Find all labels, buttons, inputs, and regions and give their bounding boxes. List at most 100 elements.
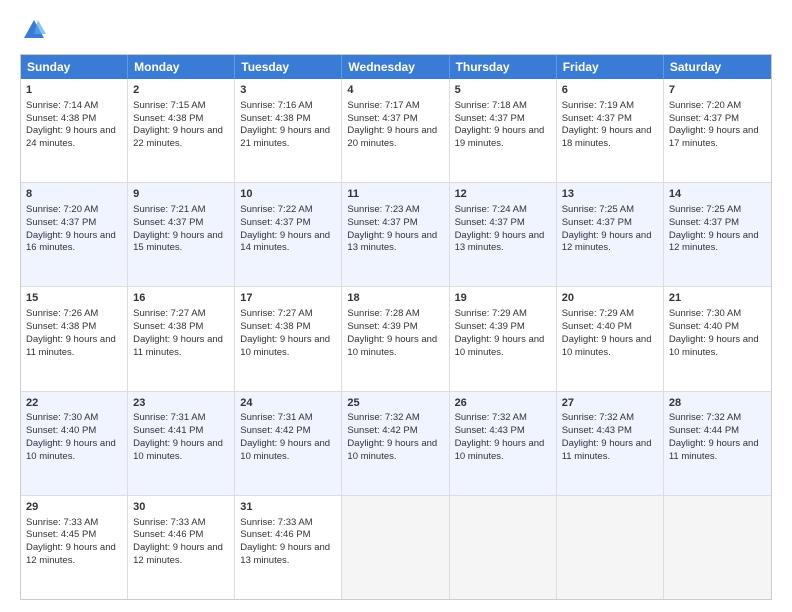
logo-icon (20, 16, 48, 44)
sunset-label: Sunset: 4:38 PM (133, 321, 203, 332)
sunrise-label: Sunrise: 7:20 AM (26, 204, 98, 215)
daylight-label: Daylight: 9 hours and 12 minutes. (26, 542, 116, 566)
sunset-label: Sunset: 4:44 PM (669, 425, 739, 436)
sunrise-label: Sunrise: 7:18 AM (455, 100, 527, 111)
cal-cell-day-4: 4 Sunrise: 7:17 AM Sunset: 4:37 PM Dayli… (342, 79, 449, 182)
day-number: 30 (133, 500, 229, 515)
cal-cell-day-26: 26 Sunrise: 7:32 AM Sunset: 4:43 PM Dayl… (450, 392, 557, 495)
cal-cell-day-16: 16 Sunrise: 7:27 AM Sunset: 4:38 PM Dayl… (128, 287, 235, 390)
sunset-label: Sunset: 4:38 PM (133, 113, 203, 124)
sunset-label: Sunset: 4:37 PM (26, 217, 96, 228)
daylight-label: Daylight: 9 hours and 11 minutes. (133, 334, 223, 358)
sunrise-label: Sunrise: 7:19 AM (562, 100, 634, 111)
day-number: 24 (240, 396, 336, 411)
day-number: 20 (562, 291, 658, 306)
sunset-label: Sunset: 4:37 PM (562, 217, 632, 228)
daylight-label: Daylight: 9 hours and 10 minutes. (347, 438, 437, 462)
cal-cell-day-24: 24 Sunrise: 7:31 AM Sunset: 4:42 PM Dayl… (235, 392, 342, 495)
cal-week-0: 1 Sunrise: 7:14 AM Sunset: 4:38 PM Dayli… (21, 79, 771, 182)
sunset-label: Sunset: 4:39 PM (455, 321, 525, 332)
sunset-label: Sunset: 4:42 PM (240, 425, 310, 436)
daylight-label: Daylight: 9 hours and 14 minutes. (240, 230, 330, 254)
daylight-label: Daylight: 9 hours and 11 minutes. (562, 438, 652, 462)
day-number: 2 (133, 83, 229, 98)
cal-cell-day-3: 3 Sunrise: 7:16 AM Sunset: 4:38 PM Dayli… (235, 79, 342, 182)
cal-cell-day-20: 20 Sunrise: 7:29 AM Sunset: 4:40 PM Dayl… (557, 287, 664, 390)
sunset-label: Sunset: 4:38 PM (240, 321, 310, 332)
cal-cell-day-5: 5 Sunrise: 7:18 AM Sunset: 4:37 PM Dayli… (450, 79, 557, 182)
cal-cell-empty (450, 496, 557, 599)
sunrise-label: Sunrise: 7:17 AM (347, 100, 419, 111)
day-number: 28 (669, 396, 766, 411)
sunset-label: Sunset: 4:38 PM (240, 113, 310, 124)
sunset-label: Sunset: 4:37 PM (347, 113, 417, 124)
cal-header-wednesday: Wednesday (342, 55, 449, 79)
cal-header-thursday: Thursday (450, 55, 557, 79)
day-number: 13 (562, 187, 658, 202)
sunrise-label: Sunrise: 7:32 AM (669, 412, 741, 423)
cal-cell-day-15: 15 Sunrise: 7:26 AM Sunset: 4:38 PM Dayl… (21, 287, 128, 390)
sunrise-label: Sunrise: 7:31 AM (133, 412, 205, 423)
daylight-label: Daylight: 9 hours and 13 minutes. (240, 542, 330, 566)
sunrise-label: Sunrise: 7:25 AM (562, 204, 634, 215)
sunset-label: Sunset: 4:37 PM (669, 113, 739, 124)
sunrise-label: Sunrise: 7:29 AM (455, 308, 527, 319)
cal-cell-day-11: 11 Sunrise: 7:23 AM Sunset: 4:37 PM Dayl… (342, 183, 449, 286)
cal-cell-day-29: 29 Sunrise: 7:33 AM Sunset: 4:45 PM Dayl… (21, 496, 128, 599)
cal-cell-day-2: 2 Sunrise: 7:15 AM Sunset: 4:38 PM Dayli… (128, 79, 235, 182)
day-number: 9 (133, 187, 229, 202)
sunrise-label: Sunrise: 7:25 AM (669, 204, 741, 215)
cal-cell-day-13: 13 Sunrise: 7:25 AM Sunset: 4:37 PM Dayl… (557, 183, 664, 286)
cal-cell-empty (664, 496, 771, 599)
cal-cell-day-9: 9 Sunrise: 7:21 AM Sunset: 4:37 PM Dayli… (128, 183, 235, 286)
sunset-label: Sunset: 4:41 PM (133, 425, 203, 436)
cal-cell-day-17: 17 Sunrise: 7:27 AM Sunset: 4:38 PM Dayl… (235, 287, 342, 390)
day-number: 29 (26, 500, 122, 515)
sunset-label: Sunset: 4:40 PM (669, 321, 739, 332)
sunset-label: Sunset: 4:46 PM (240, 529, 310, 540)
daylight-label: Daylight: 9 hours and 11 minutes. (669, 438, 759, 462)
cal-cell-day-28: 28 Sunrise: 7:32 AM Sunset: 4:44 PM Dayl… (664, 392, 771, 495)
page: SundayMondayTuesdayWednesdayThursdayFrid… (0, 0, 792, 612)
sunset-label: Sunset: 4:37 PM (562, 113, 632, 124)
day-number: 12 (455, 187, 551, 202)
sunrise-label: Sunrise: 7:32 AM (562, 412, 634, 423)
daylight-label: Daylight: 9 hours and 10 minutes. (562, 334, 652, 358)
sunrise-label: Sunrise: 7:24 AM (455, 204, 527, 215)
day-number: 18 (347, 291, 443, 306)
sunset-label: Sunset: 4:40 PM (562, 321, 632, 332)
day-number: 23 (133, 396, 229, 411)
daylight-label: Daylight: 9 hours and 17 minutes. (669, 125, 759, 149)
daylight-label: Daylight: 9 hours and 24 minutes. (26, 125, 116, 149)
cal-cell-day-6: 6 Sunrise: 7:19 AM Sunset: 4:37 PM Dayli… (557, 79, 664, 182)
sunrise-label: Sunrise: 7:22 AM (240, 204, 312, 215)
cal-header-saturday: Saturday (664, 55, 771, 79)
cal-cell-day-31: 31 Sunrise: 7:33 AM Sunset: 4:46 PM Dayl… (235, 496, 342, 599)
cal-week-4: 29 Sunrise: 7:33 AM Sunset: 4:45 PM Dayl… (21, 495, 771, 599)
sunset-label: Sunset: 4:46 PM (133, 529, 203, 540)
daylight-label: Daylight: 9 hours and 18 minutes. (562, 125, 652, 149)
day-number: 14 (669, 187, 766, 202)
cal-cell-day-30: 30 Sunrise: 7:33 AM Sunset: 4:46 PM Dayl… (128, 496, 235, 599)
sunrise-label: Sunrise: 7:32 AM (347, 412, 419, 423)
sunrise-label: Sunrise: 7:30 AM (669, 308, 741, 319)
cal-cell-day-7: 7 Sunrise: 7:20 AM Sunset: 4:37 PM Dayli… (664, 79, 771, 182)
cal-cell-day-1: 1 Sunrise: 7:14 AM Sunset: 4:38 PM Dayli… (21, 79, 128, 182)
daylight-label: Daylight: 9 hours and 10 minutes. (455, 438, 545, 462)
sunrise-label: Sunrise: 7:29 AM (562, 308, 634, 319)
sunset-label: Sunset: 4:37 PM (133, 217, 203, 228)
sunset-label: Sunset: 4:43 PM (562, 425, 632, 436)
day-number: 10 (240, 187, 336, 202)
sunset-label: Sunset: 4:38 PM (26, 113, 96, 124)
daylight-label: Daylight: 9 hours and 10 minutes. (240, 438, 330, 462)
sunrise-label: Sunrise: 7:15 AM (133, 100, 205, 111)
day-number: 16 (133, 291, 229, 306)
day-number: 19 (455, 291, 551, 306)
sunrise-label: Sunrise: 7:31 AM (240, 412, 312, 423)
sunset-label: Sunset: 4:40 PM (26, 425, 96, 436)
daylight-label: Daylight: 9 hours and 12 minutes. (133, 542, 223, 566)
sunrise-label: Sunrise: 7:33 AM (133, 517, 205, 528)
day-number: 8 (26, 187, 122, 202)
daylight-label: Daylight: 9 hours and 13 minutes. (455, 230, 545, 254)
sunset-label: Sunset: 4:43 PM (455, 425, 525, 436)
